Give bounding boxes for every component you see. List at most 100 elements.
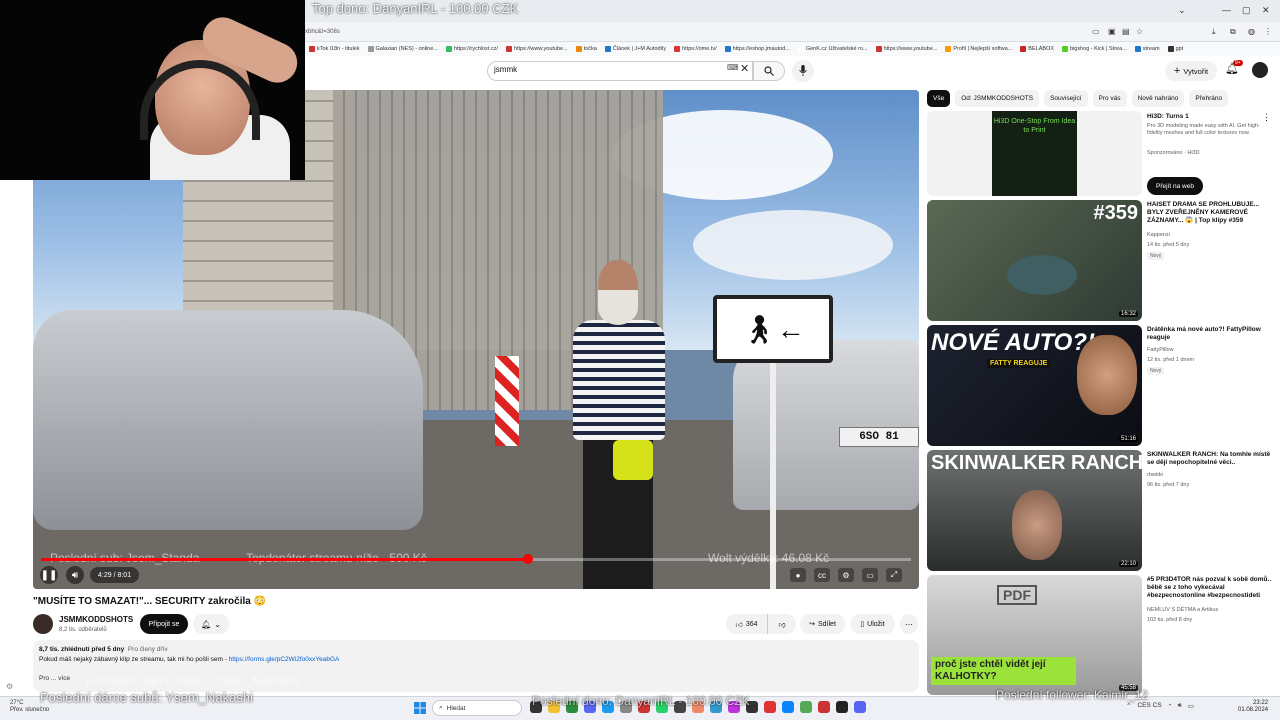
bookmark-item[interactable]: Článek | J+M Autodíly [604, 46, 666, 52]
bookmark-favicon-icon [945, 46, 952, 52]
chip-from-channel[interactable]: Od: JSMMKODDSHOTS [955, 90, 1040, 107]
chip-recent[interactable]: Nově nahráno [1131, 90, 1185, 107]
save-button[interactable]: ▯ Uložit [850, 614, 895, 634]
settings-gear-icon[interactable]: ⚙ [6, 682, 13, 691]
video-channel[interactable]: Kappenzi [1147, 232, 1170, 238]
profile-icon[interactable]: ◍ [1248, 27, 1255, 36]
subtitles-icon[interactable]: cc [814, 568, 830, 582]
video-thumbnail[interactable]: #359 16:32 [927, 200, 1142, 321]
clear-search-icon[interactable]: ✕ [740, 62, 749, 75]
video-thumbnail[interactable]: SKINWALKER RANCH 22:10 [927, 450, 1142, 571]
video-thumbnail[interactable]: NOVÉ AUTO?! FATTY REAGUJE 51:16 [927, 325, 1142, 446]
minimize-icon[interactable]: — [1222, 5, 1231, 15]
app-icon[interactable] [782, 701, 794, 713]
more-dots-icon: ⋯ [905, 619, 913, 629]
bookmark-item[interactable]: Profil | Nejlepší softwa... [945, 46, 1012, 52]
overlay-last-gift-sub: Poslední dárce subů: Ysem_Nakashi [40, 690, 253, 705]
more-actions-button[interactable]: ⋯ [900, 614, 918, 634]
search-button[interactable] [753, 61, 785, 81]
download-icon[interactable]: ⤓ [1212, 27, 1216, 37]
maximize-icon[interactable]: ▢ [1242, 5, 1251, 16]
close-window-icon[interactable]: ✕ [1262, 5, 1270, 16]
app-icon[interactable] [764, 701, 776, 713]
network-icon[interactable]: ◔ [1168, 702, 1172, 710]
search-input[interactable] [487, 61, 753, 81]
bookmark-item[interactable]: Galaxian (NES) - online... [367, 46, 438, 52]
ad-title[interactable]: Hi3D: Turns 1 [1147, 113, 1272, 121]
bookmark-star-icon[interactable]: ☆ [1136, 27, 1143, 36]
bookmark-item[interactable]: kTok i18n - titulek [309, 46, 360, 52]
address-url[interactable]: xbhc&t=308s [305, 29, 340, 35]
plus-icon: + [1173, 65, 1181, 77]
bookmark-item[interactable]: https://ome.tv/ [674, 46, 717, 52]
ad-cta-button[interactable]: Přejít na web [1147, 177, 1203, 195]
language-indicator[interactable]: CES CS [1137, 702, 1161, 710]
dislike-button[interactable]: 👎︎ [768, 614, 796, 634]
app-icon[interactable] [854, 701, 866, 713]
bookmark-item[interactable]: https://www.youtube... [875, 46, 937, 52]
taskbar-search[interactable]: ⌕ Hledat [432, 700, 522, 716]
install-icon[interactable]: ▭ [1092, 27, 1100, 36]
bookmark-item[interactable]: stream [1134, 46, 1160, 52]
video-title-link[interactable]: #5 PR3D4TOR nás pozval k sobě domů.. běb… [1147, 576, 1272, 600]
translate-icon[interactable]: ▤ [1122, 27, 1130, 36]
theater-mode-icon[interactable]: ▭ [862, 568, 878, 582]
extensions-icon[interactable]: ⧉ [1230, 27, 1236, 37]
subscription-bell-button[interactable]: 🔔︎ ⌄ [193, 614, 229, 634]
menu-dots-icon[interactable]: ⋮ [1264, 27, 1272, 36]
video-channel[interactable]: FattyPillow [1147, 347, 1174, 353]
like-button[interactable]: 👍︎ 364 [726, 614, 768, 634]
create-button[interactable]: + Vytvořit [1165, 61, 1217, 81]
bookmark-item[interactable]: bigshog - Kick | Strea... [1061, 46, 1127, 52]
video-channel[interactable]: NEMLUV S DĚTMA a Artikus [1147, 607, 1218, 613]
pause-button[interactable]: ❚❚ [40, 566, 58, 584]
bookmark-favicon-icon [445, 46, 452, 52]
chrome-icon[interactable] [800, 701, 812, 713]
chip-all[interactable]: Vše [927, 90, 951, 107]
ad-thumbnail[interactable]: Hi3D One-Stop From Idea to Print [927, 111, 1142, 196]
channel-name[interactable]: JSMMKODDSHOTS [59, 615, 133, 624]
bookmark-item[interactable]: GenK.cz Uživatelské ro... [797, 46, 868, 52]
video-title-link[interactable]: SKINWALKER RANCH: Na tomhle místě se děj… [1147, 451, 1272, 467]
bookmarks-bar: kTok i18n - titulek Galaxian (NES) - onl… [305, 42, 1280, 56]
video-channel[interactable]: rbwido [1147, 472, 1163, 478]
video-thumbnail[interactable]: PDF proč jste chtěl vidět její KALHOTKY?… [927, 575, 1142, 695]
description-link[interactable]: https://forms.gle/pC2Wi2fo0xxYeabGA [229, 656, 340, 663]
taskbar-clock[interactable]: 23:22 01.08.2024 [1238, 700, 1268, 714]
chip-watched[interactable]: Přehráno [1189, 90, 1229, 107]
settings-gear-icon[interactable]: ⚙ [838, 568, 854, 582]
clock-time: 23:22 [1253, 700, 1269, 706]
weather-desc: Přev. slunečno [10, 707, 50, 714]
bookmark-item[interactable]: https://www.youtube... [505, 46, 568, 52]
screenshot-icon[interactable]: ▣ [1108, 27, 1116, 36]
bookmark-item[interactable]: točka [575, 46, 597, 52]
app-icon[interactable] [818, 701, 830, 713]
progress-scrubber[interactable] [523, 554, 533, 564]
tab-list-icon[interactable]: ⌄ [1178, 5, 1186, 16]
join-button[interactable]: Připojit se [140, 614, 188, 634]
speaker-icon[interactable]: 🔊︎ [1178, 702, 1182, 710]
app-icon[interactable] [836, 701, 848, 713]
video-title-link[interactable]: Drátěnka má nové auto?! FattyPillow reag… [1147, 326, 1272, 342]
share-button[interactable]: ↪ Sdílet [800, 614, 845, 634]
chip-for-you[interactable]: Pro vás [1092, 90, 1127, 107]
keyboard-icon[interactable]: ⌨ [727, 63, 739, 72]
voice-search-button[interactable] [792, 60, 814, 82]
tray-chevron-icon[interactable]: ⌃ [1126, 702, 1131, 710]
windows-start-icon[interactable] [414, 702, 426, 714]
volume-button[interactable]: 🔊︎ [66, 566, 84, 584]
video-title-link[interactable]: HAISET DRAMA SE PROHLUBUJE... BYLY ZVEŘE… [1147, 201, 1272, 225]
fullscreen-icon[interactable]: ⤢ [886, 568, 902, 582]
autoplay-toggle[interactable]: ● [790, 568, 806, 582]
avatar[interactable] [1252, 62, 1268, 78]
battery-icon[interactable]: ▭ [1188, 702, 1194, 710]
bookmark-item[interactable]: https://rychlost.cz/ [445, 46, 498, 52]
channel-avatar[interactable] [33, 614, 53, 634]
volume-icon: 🔊︎ [71, 569, 79, 581]
bookmark-item[interactable]: gpt [1167, 46, 1183, 52]
ad-menu-icon[interactable]: ⋮ [1262, 112, 1271, 123]
chip-related[interactable]: Související [1044, 90, 1088, 107]
search-input-value[interactable]: jsmmk [494, 65, 517, 74]
bookmark-item[interactable]: BELABOX [1020, 46, 1054, 52]
bookmark-item[interactable]: https://eshop.jmautod... [724, 46, 790, 52]
